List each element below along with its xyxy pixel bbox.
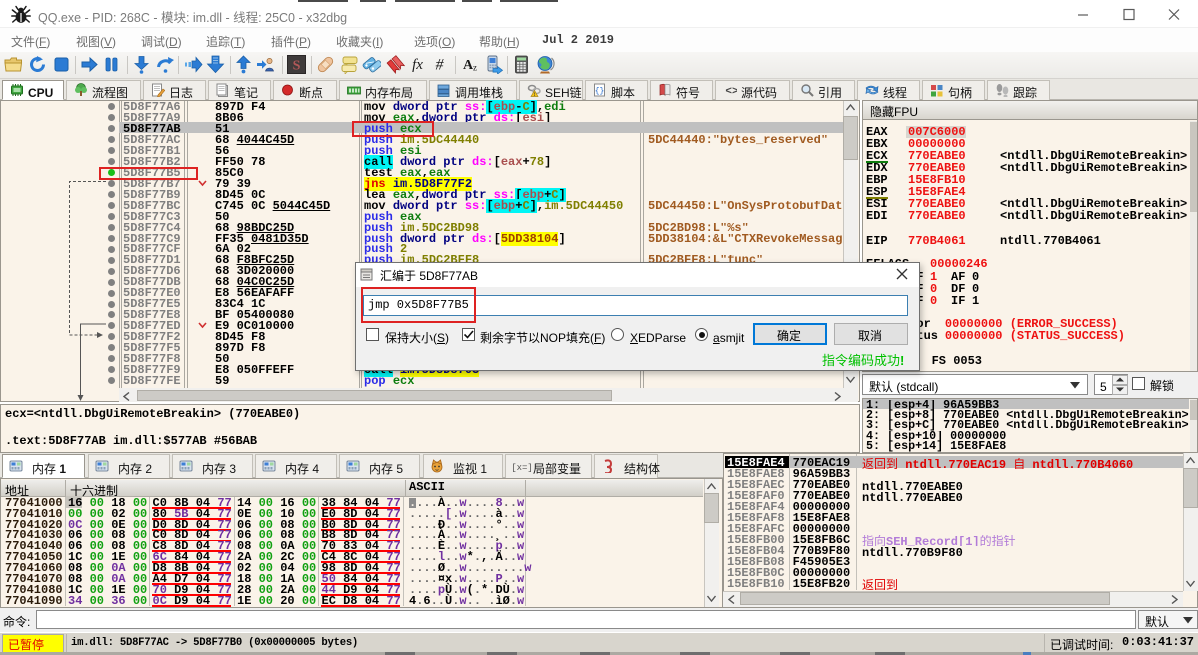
svg-text:fx: fx xyxy=(412,57,423,73)
svg-text:S: S xyxy=(293,59,301,74)
svg-text:[x=]: [x=] xyxy=(512,463,532,473)
svg-text:z: z xyxy=(473,63,477,73)
svg-text:#: # xyxy=(436,57,445,74)
svg-text:{}: {} xyxy=(595,87,605,96)
svg-text:<>: <> xyxy=(725,86,737,97)
svg-text:!: ! xyxy=(534,92,536,97)
